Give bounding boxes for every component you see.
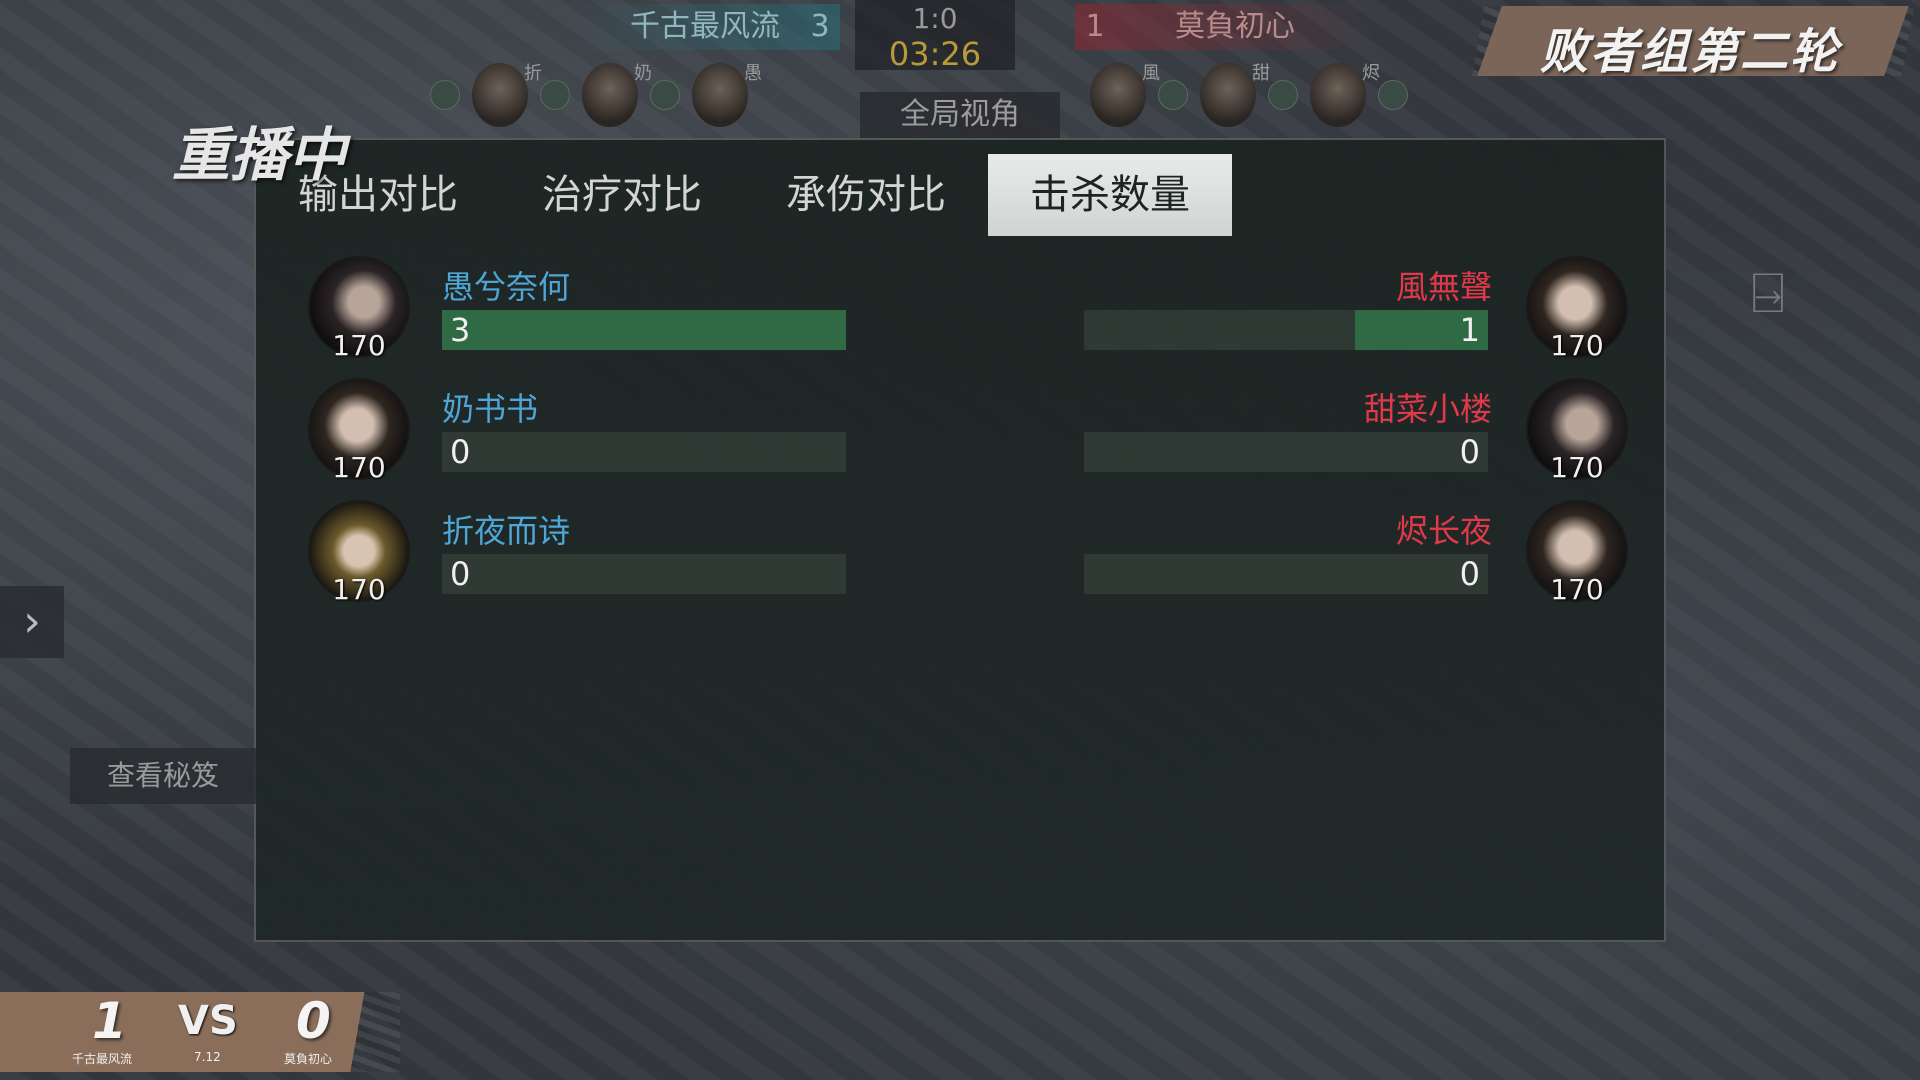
player-level: 170 [1550,329,1604,362]
left-kill-bar: 0 [442,432,846,472]
left-player-name: 愚兮奈何 [442,268,571,306]
player-avatar: 170 [1526,500,1628,606]
right-kill-bar: 0 [1084,554,1488,594]
tab-damage-taken[interactable]: 承伤对比 [744,154,988,236]
left-kill-value: 0 [450,433,471,471]
player-level: 170 [332,573,386,606]
match-score: 1:0 [912,2,958,35]
mini-tag: 風 [1142,63,1160,84]
stats-panel: 输出对比 治疗对比 承伤对比 击杀数量 170 愚兮奈何 3 1 風無聲 170… [254,138,1666,942]
right-player-name: 烬长夜 [1395,512,1492,550]
skill-icon [1268,80,1298,110]
mini-tag: 甜 [1252,63,1270,84]
player-level: 170 [332,451,386,484]
view-secrets-button[interactable]: 查看秘笈 [70,748,256,804]
right-team-mini-portraits: 風 甜 烬 [1090,56,1408,134]
mini-avatar: 折 [472,63,542,127]
skill-icon [650,80,680,110]
player-avatar: 170 [1526,256,1628,362]
chevron-right-icon: › [23,596,41,647]
right-kill-bar: 1 [1084,310,1488,350]
player-avatar: 170 [308,500,410,606]
comparison-row: 170 折夜而诗 0 0 烬长夜 170 [256,500,1668,610]
left-player-name: 奶书书 [442,390,539,428]
bottom-scoreboard: 1 VS 0 千古最风流 7.12 莫負初心 [0,992,400,1072]
player-level: 170 [332,329,386,362]
exit-icon[interactable]: ⍈ [1738,264,1798,324]
player-avatar: 170 [308,378,410,484]
bottom-left-score: 1 [92,992,127,1050]
mini-avatar: 奶 [582,63,652,127]
left-kill-value: 3 [450,311,471,349]
mini-avatar: 甜 [1200,63,1270,127]
mini-tag: 愚 [744,63,762,84]
right-kill-value: 1 [1459,311,1480,349]
comparison-row: 170 愚兮奈何 3 1 風無聲 170 [256,256,1668,366]
right-team-name: 莫負初心 [1075,4,1375,50]
skill-icon [1378,80,1408,110]
skill-icon [540,80,570,110]
tab-healing[interactable]: 治疗对比 [500,154,744,236]
tab-kills[interactable]: 击杀数量 [988,154,1232,236]
mini-avatar: 烬 [1310,63,1380,127]
match-clock: 1:0 03:26 [855,0,1015,70]
mini-avatar: 風 [1090,63,1160,127]
global-view-button[interactable]: 全局视角 [860,92,1060,138]
player-level: 170 [1550,451,1604,484]
bottom-right-team: 莫負初心 [284,1052,333,1066]
left-kill-value: 0 [450,555,471,593]
right-player-name: 風無聲 [1395,268,1492,306]
bottom-right-score: 0 [296,992,331,1050]
expand-panel-button[interactable]: › [0,586,64,658]
skill-icon [430,80,460,110]
right-kill-value: 0 [1459,433,1480,471]
player-level: 170 [1550,573,1604,606]
vs-label: VS [178,998,238,1044]
mini-tag: 奶 [634,63,652,84]
left-team-mini-portraits: 折 奶 愚 [430,56,762,134]
skill-icon [1158,80,1188,110]
mini-tag: 折 [524,63,542,84]
comparison-row: 170 奶书书 0 0 甜菜小楼 170 [256,378,1668,488]
bottom-date: 7.12 [194,1050,221,1064]
player-avatar: 170 [308,256,410,362]
left-kill-bar: 3 [442,310,846,350]
left-kill-bar-fill [442,310,846,350]
left-kill-bar: 0 [442,554,846,594]
right-player-name: 甜菜小楼 [1363,390,1492,428]
match-timer: 03:26 [888,35,982,73]
mini-tag: 烬 [1362,63,1380,84]
top-scorebar: 千古最风流 3 1:0 03:26 莫負初心 1 [530,0,1480,70]
left-team-kills: 3 [810,9,830,44]
round-title: 败者组第二轮 [1540,24,1841,80]
right-kill-value: 0 [1459,555,1480,593]
right-team-kills: 1 [1085,9,1105,44]
player-avatar: 170 [1526,378,1628,484]
bottom-left-team: 千古最风流 [72,1052,133,1066]
right-kill-bar: 0 [1084,432,1488,472]
mini-avatar: 愚 [692,63,762,127]
replay-label: 重播中 [172,121,347,189]
left-player-name: 折夜而诗 [442,512,571,550]
stats-tabs: 输出对比 治疗对比 承伤对比 击杀数量 [256,154,1232,236]
